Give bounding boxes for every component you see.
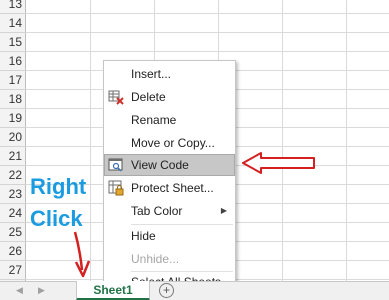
view-code-arrow	[242, 152, 315, 174]
annotation-arrows	[73, 152, 315, 278]
